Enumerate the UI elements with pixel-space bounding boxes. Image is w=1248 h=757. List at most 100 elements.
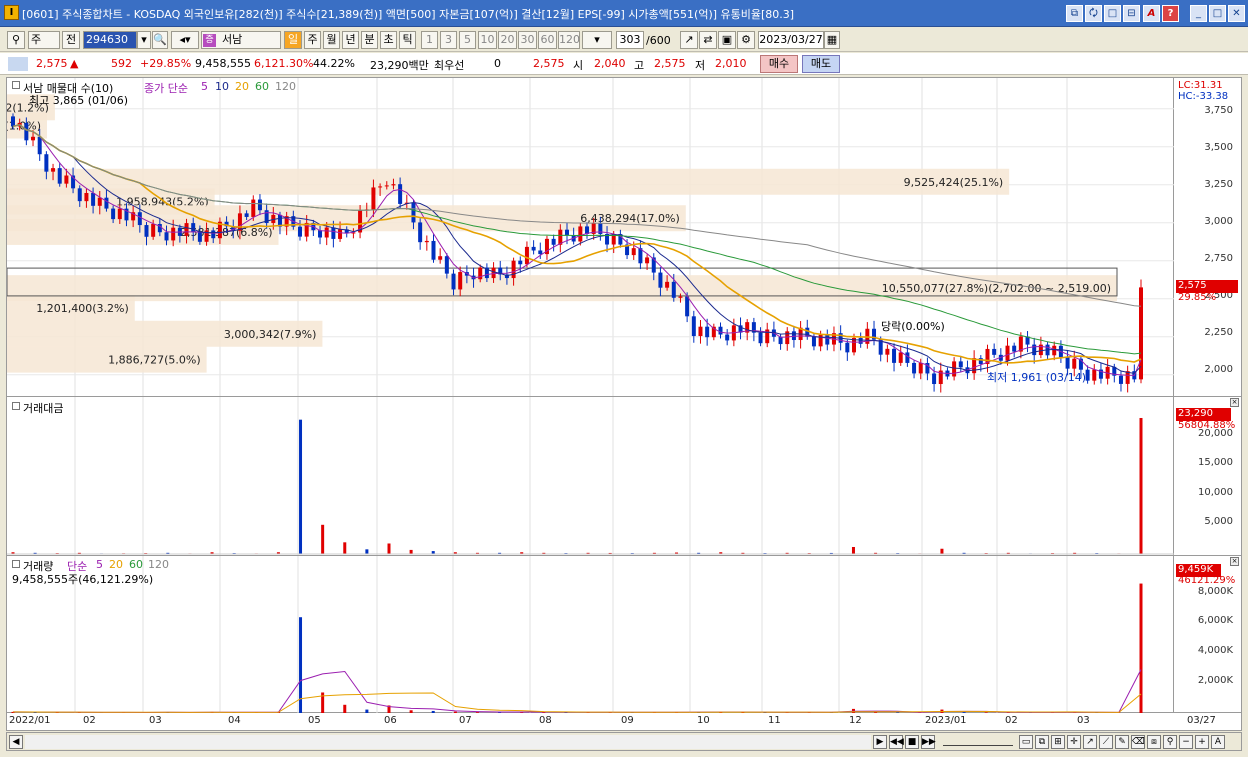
candle-body xyxy=(244,213,249,217)
candle-body xyxy=(912,362,917,374)
candle-body xyxy=(785,331,790,345)
panel-divider[interactable] xyxy=(7,555,1175,556)
sell-button[interactable]: 매도 xyxy=(802,55,840,73)
candle-body xyxy=(564,229,569,236)
forward-icon[interactable]: ▶▶ xyxy=(921,735,936,749)
buy-button[interactable]: 매수 xyxy=(760,55,798,73)
high-price: 2,575 xyxy=(654,57,686,70)
rewind-icon[interactable]: ◀◀ xyxy=(889,735,904,749)
save-icon[interactable]: ▣ xyxy=(718,31,736,49)
candle-body xyxy=(371,187,376,210)
zoom-in-icon[interactable]: + xyxy=(1195,735,1209,749)
maximize-button[interactable]: □ xyxy=(1209,5,1226,22)
period-select[interactable]: 주 xyxy=(28,31,60,49)
line-icon[interactable]: ⟋ xyxy=(1099,735,1113,749)
x-tick: 02 xyxy=(1005,715,1018,726)
custom-interval-select[interactable]: ▾ xyxy=(582,31,612,49)
chart-scrollbar[interactable]: ◀ ▶ ◀◀ ■ ▶▶ ▭ ⧉ ⊞ ✛ ↗ ⟋ ✎ ⌫ ⧈ ⚲ − + A xyxy=(6,732,1242,751)
volume-sub-tag: 46121.29% xyxy=(1178,575,1236,586)
settings-icon[interactable]: ⚙ xyxy=(737,31,755,49)
sound-icon[interactable]: ◂▾ xyxy=(171,31,199,49)
code-dropdown-icon[interactable]: ▾ xyxy=(137,31,151,49)
prev-button[interactable]: 전 xyxy=(62,31,80,49)
text-icon[interactable]: A xyxy=(1211,735,1225,749)
chart-canvas[interactable]: 859,772(1.2%)970,416(1.0%)9,525,424(25.1… xyxy=(6,77,1175,714)
x-tick: 05 xyxy=(308,715,321,726)
erase-icon[interactable]: ⌫ xyxy=(1131,735,1145,749)
tab-month[interactable]: 월 xyxy=(323,31,340,49)
count-input[interactable]: 303 xyxy=(616,31,644,49)
panel-marker-icon xyxy=(12,560,20,568)
refresh-icon[interactable]: 🗘 xyxy=(1085,5,1102,22)
window-icon[interactable]: ⧈ xyxy=(1147,735,1161,749)
interval-120[interactable]: 120 xyxy=(558,31,580,49)
panel-close-icon[interactable]: × xyxy=(1230,398,1239,407)
stop-icon[interactable]: ■ xyxy=(905,735,919,749)
stock-code-input[interactable]: 294630 xyxy=(83,31,137,49)
x-tick: 10 xyxy=(697,715,710,726)
search-icon[interactable]: 🔍 xyxy=(152,31,168,49)
candle-body xyxy=(758,332,763,344)
candle-body xyxy=(84,192,89,202)
candle-body xyxy=(64,175,69,184)
compare-icon[interactable]: ⇄ xyxy=(699,31,717,49)
quote-bar: 2,575 ▲ 592 +29.85% 9,458,555 6,121.30% … xyxy=(0,53,1248,75)
volume-profile-label: 1,201,400(3.2%) xyxy=(36,302,129,315)
app-icon: I xyxy=(4,5,19,20)
cross-icon[interactable]: ✛ xyxy=(1067,735,1081,749)
candle-body xyxy=(398,184,403,204)
trend-icon[interactable]: ↗ xyxy=(1083,735,1097,749)
minimize-button[interactable]: _ xyxy=(1190,5,1207,22)
candle-body xyxy=(491,267,496,279)
candle-body xyxy=(892,348,897,363)
candle-body xyxy=(411,202,416,223)
candle-body xyxy=(845,342,850,353)
chart-type-icon[interactable]: ↗ xyxy=(680,31,698,49)
tab-tick[interactable]: 틱 xyxy=(399,31,416,49)
restore-layout-icon[interactable]: □ xyxy=(1104,5,1121,22)
overlay-icon[interactable]: ⧉ xyxy=(1035,735,1049,749)
tab-second[interactable]: 초 xyxy=(380,31,397,49)
scroll-left-icon[interactable]: ◀ xyxy=(9,735,23,749)
interval-1[interactable]: 1 xyxy=(421,31,438,49)
zoom-box-icon[interactable]: ▭ xyxy=(1019,735,1033,749)
date-input[interactable]: 2023/03/27 xyxy=(758,31,824,49)
help-icon[interactable]: ? xyxy=(1162,5,1179,22)
interval-5[interactable]: 5 xyxy=(459,31,476,49)
panel-close-icon[interactable]: × xyxy=(1230,557,1239,566)
candle-body xyxy=(538,250,543,255)
candle-body xyxy=(972,358,977,374)
layout-icon[interactable]: ⊞ xyxy=(1051,735,1065,749)
calendar-icon[interactable]: ▦ xyxy=(824,31,840,49)
price-axis[interactable]: LC:31.31 HC:-33.38 3,750 3,500 3,250 3,0… xyxy=(1174,77,1242,713)
interval-60[interactable]: 60 xyxy=(538,31,557,49)
candle-body xyxy=(1139,287,1143,380)
panel-divider[interactable] xyxy=(7,396,1175,397)
close-button[interactable]: ✕ xyxy=(1228,5,1245,22)
play-icon[interactable]: ▶ xyxy=(873,735,887,749)
link-icon[interactable]: ⧉ xyxy=(1066,5,1083,22)
tab-week[interactable]: 주 xyxy=(304,31,321,49)
interval-20[interactable]: 20 xyxy=(498,31,517,49)
ma-20-legend: 20 xyxy=(235,80,249,93)
interval-3[interactable]: 3 xyxy=(440,31,457,49)
pin-icon[interactable]: ⚲ xyxy=(7,31,25,49)
tab-minute[interactable]: 분 xyxy=(361,31,378,49)
y-tick: 4,000K xyxy=(1197,645,1233,656)
interval-10[interactable]: 10 xyxy=(478,31,497,49)
candle-body xyxy=(1118,375,1123,384)
y-tick: 2,000K xyxy=(1197,675,1233,686)
interval-30[interactable]: 30 xyxy=(518,31,537,49)
tab-day[interactable]: 일 xyxy=(284,31,302,49)
candle-body xyxy=(324,227,329,238)
draw-icon[interactable]: ✎ xyxy=(1115,735,1129,749)
tab-year[interactable]: 년 xyxy=(342,31,359,49)
speed-slider[interactable] xyxy=(943,737,1013,746)
scroll-track[interactable] xyxy=(25,735,871,749)
x-tick: 08 xyxy=(539,715,552,726)
font-icon[interactable]: A xyxy=(1143,5,1160,22)
layout-icon[interactable]: ⊟ xyxy=(1123,5,1140,22)
zoom-out-icon[interactable]: − xyxy=(1179,735,1193,749)
candle-body xyxy=(511,260,516,279)
zoom-search-icon[interactable]: ⚲ xyxy=(1163,735,1177,749)
